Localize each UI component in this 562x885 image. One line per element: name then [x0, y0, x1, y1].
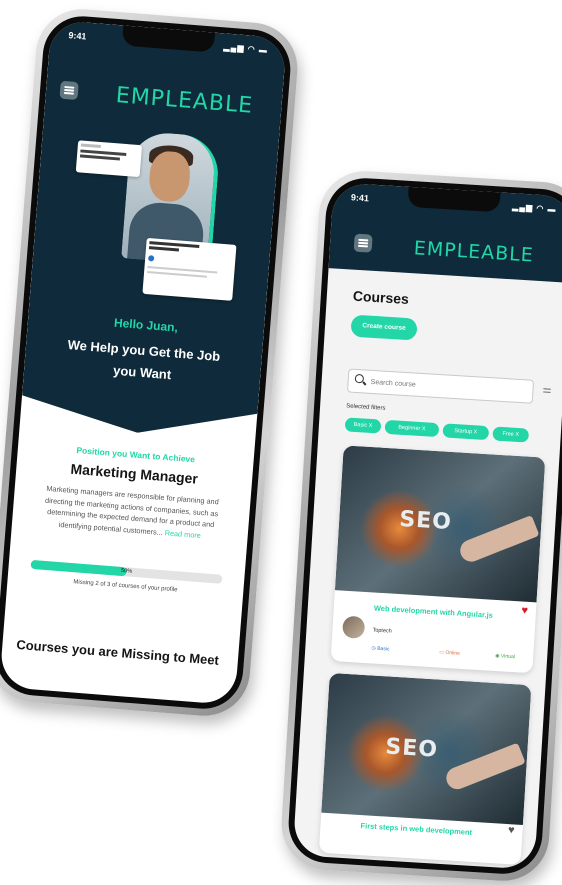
- course-image-text: SEO: [398, 506, 453, 536]
- create-course-button[interactable]: Create course: [350, 314, 418, 341]
- provider-avatar: [342, 615, 366, 639]
- read-more-link[interactable]: Read more: [164, 528, 201, 540]
- position-desc-text: Marketing managers are responsible for p…: [44, 483, 220, 537]
- phone-courses: 9:41 ▂▄▆ ◠ ▬ EMPLEABLE Courses Create co…: [278, 168, 562, 884]
- hand-graphic: [443, 742, 526, 793]
- meta-level: ◷ Basic: [371, 645, 390, 653]
- status-time: 9:41: [68, 30, 87, 42]
- page-title: Courses: [352, 287, 410, 308]
- course-title[interactable]: First steps in web development: [360, 821, 472, 837]
- search-box: [346, 368, 535, 404]
- course-title[interactable]: Web development with Angular.js: [374, 603, 494, 619]
- filter-chip-free[interactable]: Free X: [492, 426, 530, 443]
- status-time: 9:41: [350, 192, 370, 204]
- search-icon: [354, 373, 365, 384]
- meta-access: ◉ Virtual: [494, 652, 516, 661]
- course-image: SEO: [334, 445, 546, 603]
- course-image-text: SEO: [384, 734, 439, 763]
- course-card[interactable]: SEO ♥ Web development with Angular.js To…: [330, 445, 546, 674]
- phone-bezel: 9:41 ▂▄▆ ◠ ▬ EMPLEABLE Courses Create co…: [286, 175, 562, 877]
- menu-icon[interactable]: [353, 233, 373, 253]
- hand-graphic: [457, 515, 540, 565]
- position-description: Marketing managers are responsible for p…: [32, 482, 231, 543]
- phone-home: 9:41 ▂▄▆ ◠ ▬ EMPLEABLE Hello Juan, We He…: [0, 5, 301, 720]
- course-image: SEO: [321, 672, 532, 825]
- filter-chip-beginner[interactable]: Beginner X: [384, 419, 440, 438]
- job-card-top: [75, 140, 143, 178]
- meta-mode: ▭ Online: [439, 649, 461, 657]
- favorite-heart-icon[interactable]: ♥: [521, 605, 528, 617]
- filter-chip-startup[interactable]: Startup X: [442, 423, 490, 441]
- filter-sliders-icon[interactable]: ⚌: [542, 384, 552, 396]
- phone-bezel: 9:41 ▂▄▆ ◠ ▬ EMPLEABLE Hello Juan, We He…: [0, 13, 294, 712]
- job-card-bottom: [142, 237, 237, 301]
- courses-missing-heading: Courses you are Missing to Meet: [15, 636, 220, 668]
- favorite-heart-icon[interactable]: ♥: [508, 824, 515, 836]
- course-provider: Toptech: [372, 627, 392, 635]
- filter-chip-basic[interactable]: Basic X: [344, 417, 382, 434]
- search-input[interactable]: [368, 372, 523, 401]
- courses-screen: 9:41 ▂▄▆ ◠ ▬ EMPLEABLE Courses Create co…: [292, 182, 562, 870]
- menu-icon[interactable]: [59, 80, 79, 101]
- course-card[interactable]: SEO ♥ First steps in web development: [318, 672, 532, 865]
- home-screen: 9:41 ▂▄▆ ◠ ▬ EMPLEABLE Hello Juan, We He…: [0, 19, 287, 706]
- selected-filters-label: Selected filters: [345, 403, 386, 412]
- signal-wifi-battery-icon: ▂▄▆ ◠ ▬: [511, 202, 557, 214]
